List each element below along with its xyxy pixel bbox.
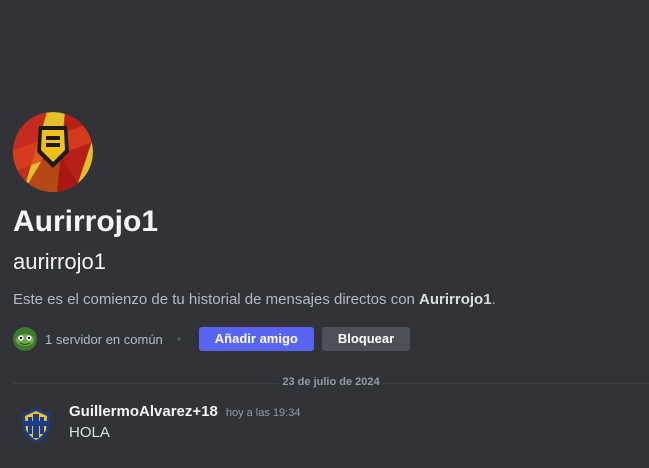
author-avatar[interactable] [16,405,56,445]
mutual-servers-link[interactable]: 1 servidor en común [45,332,163,347]
intro-text-suffix: . [491,291,496,308]
intro-text: Este es el comienzo de tu historial de m… [13,290,649,310]
message-content: HOLA [69,424,110,441]
add-friend-button[interactable]: Añadir amigo [198,327,314,351]
mutual-server-icon[interactable] [13,327,37,351]
intro-text-name: Aurirrojo1 [419,291,492,308]
message-item[interactable]: GuillermoAlvarez+18 hoy a las 19:34 HOLA [16,403,649,445]
user-avatar[interactable] [13,112,93,192]
date-divider-label: 23 de julio de 2024 [278,376,384,388]
message-author[interactable]: GuillermoAlvarez+18 [69,403,218,420]
message-header: GuillermoAlvarez+18 hoy a las 19:34 [69,403,649,420]
username: aurirrojo1 [13,249,106,274]
intro-text-prefix: Este es el comienzo de tu historial de m… [13,291,420,308]
display-name: Aurirrojo1 [13,205,159,238]
profile-actions: 1 servidor en común Añadir amigo Bloquea… [13,327,649,351]
block-button[interactable]: Bloquear [321,327,411,351]
message-timestamp: hoy a las 19:34 [225,407,301,419]
date-divider: 23 de julio de 2024 [13,376,649,388]
message-body: GuillermoAlvarez+18 hoy a las 19:34 HOLA [69,403,649,441]
separator-dot [176,337,181,341]
dm-intro: Aurirrojo1 aurirrojo1 Este es el comienz… [13,112,649,351]
